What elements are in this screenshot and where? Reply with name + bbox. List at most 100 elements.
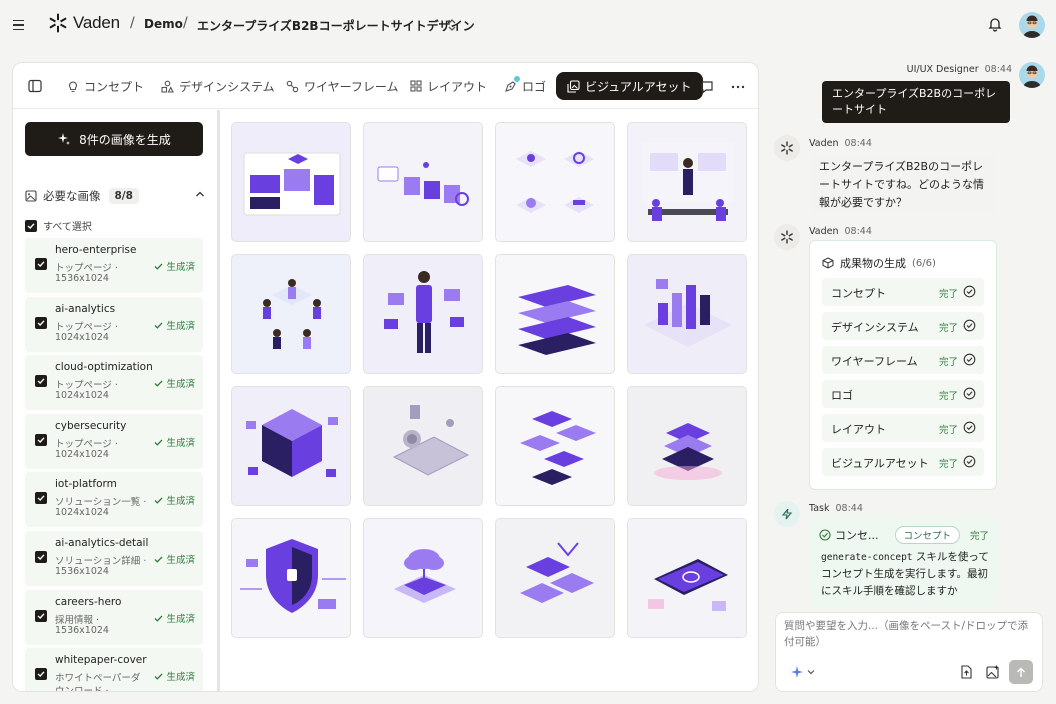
images-icon (567, 79, 580, 93)
image-thumbnail[interactable] (627, 254, 747, 374)
send-button[interactable] (1009, 660, 1033, 684)
check-icon (155, 380, 163, 387)
image-checkbox[interactable] (35, 375, 47, 388)
image-upload-icon[interactable] (986, 665, 1000, 679)
image-name: cybersecurity (55, 419, 127, 432)
tab-concept[interactable]: コンセプト (59, 72, 152, 100)
image-thumbnail[interactable] (231, 254, 351, 374)
deliverable-status: 完了 (938, 289, 958, 300)
image-thumbnail[interactable] (231, 122, 351, 242)
more-options-icon[interactable] (731, 85, 745, 89)
select-all-checkbox[interactable] (25, 219, 37, 232)
image-checkbox[interactable] (35, 258, 47, 270)
generate-images-label: 8件の画像を生成 (79, 132, 171, 147)
image-list-item[interactable]: whitepaper-cover ホワイトペーパーダ ウンロード · 生成済 (25, 648, 203, 691)
image-size: 1024x1024 (55, 448, 109, 460)
image-size: 1024x1024 (55, 390, 109, 402)
image-checkbox[interactable] (35, 433, 47, 446)
image-size: 1536x1024 (55, 624, 109, 636)
deliverable-row[interactable]: レイアウト 完了 (822, 414, 984, 442)
select-all[interactable]: すべて選択 (25, 218, 92, 233)
chat-panel: UI/UX Designer 08:44 エンタープライズB2Bのコーポレートサイ… (772, 62, 1052, 607)
comment-icon[interactable] (700, 80, 714, 94)
image-thumbnail[interactable] (495, 518, 615, 638)
deliverable-label: デザインシステム (831, 321, 919, 334)
tab-wireframe[interactable]: ワイヤーフレーム (278, 72, 407, 100)
image-thumbnail[interactable] (363, 122, 483, 242)
tab-label: ワイヤーフレーム (304, 79, 399, 94)
deliverable-row[interactable]: デザインシステム 完了 (822, 312, 984, 340)
model-selector[interactable] (790, 665, 815, 679)
image-thumbnail[interactable] (495, 386, 615, 506)
required-images-header[interactable]: 必要な画像 8/8 (25, 186, 205, 206)
task-chip: コンセプト (894, 526, 961, 544)
sparkle-icon (58, 133, 71, 145)
vaden-bot-avatar (774, 135, 800, 161)
check-icon (37, 671, 45, 678)
deliverable-label: コンセプト (831, 287, 886, 300)
tab-logo[interactable]: ロゴ (496, 72, 554, 100)
hamburger-menu-icon[interactable] (10, 16, 28, 34)
generated-image (263, 279, 321, 349)
timestamp: 08:44 (835, 503, 863, 514)
deliverable-row[interactable]: ワイヤーフレーム 完了 (822, 346, 984, 374)
layout-grid-icon (410, 80, 422, 92)
file-upload-icon[interactable] (960, 665, 973, 679)
image-thumbnail[interactable] (363, 254, 483, 374)
image-checkbox[interactable] (35, 668, 47, 681)
image-name: ai-analytics (55, 302, 116, 315)
image-list-item[interactable]: ai-analytics トップページ · 1024x1024 生成済 (25, 296, 203, 352)
generated-image (516, 151, 594, 213)
tab-visual-assets[interactable]: ビジュアルアセット (556, 72, 703, 100)
deliverable-row[interactable]: ビジュアルアセット 完了 (822, 448, 984, 476)
user-avatar[interactable] (1019, 12, 1045, 38)
chat-composer (775, 612, 1043, 692)
generate-images-button[interactable]: 8件の画像を生成 (25, 122, 203, 156)
image-status: 生成済 (154, 669, 195, 683)
image-checkbox[interactable] (35, 550, 47, 563)
bell-icon[interactable] (987, 16, 1003, 32)
image-thumbnail[interactable] (627, 386, 747, 506)
task-status-row[interactable]: コンセ... コンセプト 完了 (819, 526, 989, 544)
image-status: 生成済 (154, 376, 195, 390)
logo[interactable]: Vaden (48, 13, 120, 33)
image-thumbnail[interactable] (627, 122, 747, 242)
deliverable-label: レイアウト (831, 423, 886, 436)
image-list-item[interactable]: ai-analytics-detail ソリューション詳細 · 1536x1024 生… (25, 530, 203, 586)
image-thumbnail[interactable] (495, 254, 615, 374)
main-panel: コンセプト デザインシステム ワイヤーフレーム レイアウト ロゴ ビジュアルアセ… (12, 62, 759, 692)
image-thumbnail[interactable] (231, 518, 351, 638)
image-list-item[interactable]: hero-enterprise トップページ · 1536x1024 生成済 (25, 238, 203, 293)
tab-design-system[interactable]: デザインシステム (153, 72, 283, 100)
image-status-label: 生成済 (166, 672, 195, 684)
image-checkbox[interactable] (35, 316, 47, 329)
sparkle-icon (791, 666, 803, 678)
deliverable-row[interactable]: コンセプト 完了 (822, 278, 984, 306)
task-body: generate-concept スキルを使ってコンセプト生成を実行します。最初… (821, 549, 993, 600)
image-checkbox[interactable] (35, 609, 47, 622)
image-list-item[interactable]: cybersecurity トップページ · 1024x1024 生成済 (25, 413, 203, 469)
tab-label: ロゴ (522, 79, 547, 94)
sidebar-toggle-icon[interactable] (28, 79, 42, 93)
image-thumbnail[interactable] (363, 386, 483, 506)
generated-image (642, 143, 734, 221)
image-thumbnail[interactable] (495, 122, 615, 242)
image-list-item[interactable]: careers-hero 採用情報 · 1536x1024 生成済 (25, 589, 203, 645)
chat-input[interactable] (784, 618, 1034, 654)
chevron-up-icon[interactable] (195, 190, 205, 198)
breadcrumb-page[interactable]: エンタープライズB2Bコーポレートサイトデザイン (197, 17, 475, 34)
image-thumbnail[interactable] (231, 386, 351, 506)
deliverable-row[interactable]: ロゴ 完了 (822, 380, 984, 408)
image-thumbnail[interactable] (363, 518, 483, 638)
panel-divider[interactable] (217, 110, 220, 691)
breadcrumb-project[interactable]: Demo (144, 17, 183, 31)
tab-layout[interactable]: レイアウト (402, 72, 495, 100)
image-status-label: 生成済 (166, 554, 195, 566)
image-checkbox[interactable] (35, 492, 47, 505)
image-thumbnail[interactable] (627, 518, 747, 638)
check-icon (37, 437, 45, 443)
image-list-item[interactable]: cloud-optimization トップページ · 1024x1024 生成済 (25, 355, 203, 411)
required-images-count: 8/8 (108, 188, 139, 204)
chevron-up-down-icon[interactable] (447, 18, 457, 32)
image-list-item[interactable]: iot-platform ソリューション一覧 · 1024x1024 生成済 (25, 472, 203, 528)
